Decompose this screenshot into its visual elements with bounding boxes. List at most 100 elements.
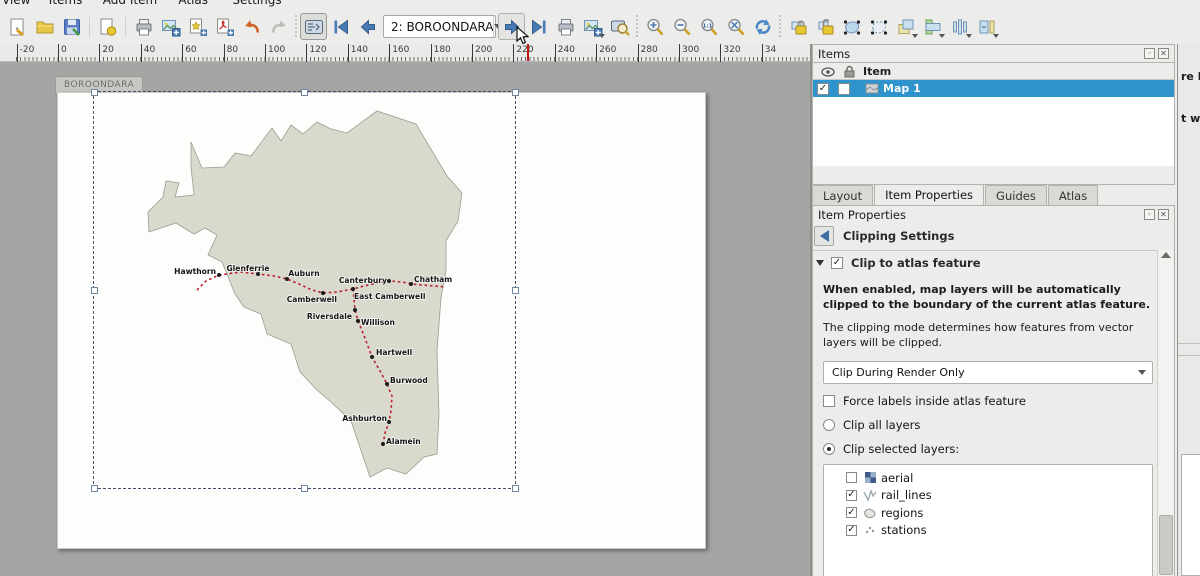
visibility-eye-icon [821,66,835,78]
station-label: Alamein [386,437,421,446]
selection-handle[interactable] [512,485,519,492]
ruler-tick [762,44,763,62]
clip-selected-layers-radio[interactable] [823,443,835,455]
atlas-settings-button[interactable] [606,13,633,40]
lock-icon [788,17,808,37]
tab-atlas[interactable]: Atlas [1048,185,1098,205]
atlas-feature-combobox[interactable]: 2: BOROONDARA [383,15,496,38]
svg-text:1:1: 1:1 [702,23,712,29]
back-button[interactable] [814,226,834,246]
zoom-actual-button[interactable]: 1:1 [695,13,722,40]
selection-handle[interactable] [91,485,98,492]
selection-handle[interactable] [301,485,308,492]
print-layout-button[interactable] [130,13,157,40]
preview-atlas-toggle[interactable] [300,13,327,40]
force-labels-checkbox[interactable] [823,395,835,407]
clip-selected-layers-option[interactable]: Clip selected layers: [823,442,1164,456]
export-svg-button[interactable] [184,13,211,40]
clip-all-layers-radio[interactable] [823,419,835,431]
tab-item-properties[interactable]: Item Properties [874,184,984,205]
export-image-button[interactable] [157,13,184,40]
distribute-items-button[interactable] [946,13,973,40]
menu-items[interactable]: Items [49,0,83,7]
group-items-button[interactable] [838,13,865,40]
station-dot-alamein [381,442,385,446]
station-dot-canterbury [387,279,391,283]
map-item-selection[interactable]: HawthornGlenferrieAuburnCamberwellEast C… [93,91,516,489]
previous-feature-button[interactable] [354,13,381,40]
menu-atlas[interactable]: Atlas [178,0,208,7]
menu-settings[interactable]: Settings [232,0,281,7]
items-panel-float-button[interactable]: ◦ [1144,48,1155,59]
refresh-view-button[interactable] [749,13,776,40]
layer-row-regions[interactable]: ✓regions [846,504,1152,522]
dropdown-arrow-icon[interactable] [966,34,972,38]
ruler-tick [99,44,100,62]
item-properties-scrollbar[interactable] [1157,250,1173,576]
zoom-actual-icon: 1:1 [699,17,719,37]
dropdown-arrow-icon[interactable] [939,34,945,38]
items-row-map1[interactable]: ✓ Map 1 [813,80,1174,97]
print-atlas-button[interactable] [552,13,579,40]
atlas-preview-icon [304,17,324,37]
layer-row-stations[interactable]: ✓stations [846,522,1152,540]
ungroup-items-button[interactable] [865,13,892,40]
force-labels-option[interactable]: Force labels inside atlas feature [823,394,1164,408]
zoom-out-button[interactable] [668,13,695,40]
menu-view[interactable]: View [2,0,30,7]
layers-list[interactable]: aerial✓rail_lines✓regions✓stations [823,464,1153,576]
export-atlas-button[interactable] [579,13,606,40]
layout-canvas[interactable]: BOROONDARA HawthornGlenferrieAuburnCambe… [0,62,810,576]
selection-handle[interactable] [301,89,308,96]
layer-checkbox-aerial[interactable] [846,472,857,483]
selection-handle[interactable] [91,89,98,96]
item-properties-close-button[interactable]: ✕ [1158,209,1169,220]
undo-button[interactable] [238,13,265,40]
raise-items-button[interactable] [892,13,919,40]
item-properties-float-button[interactable]: ◦ [1144,209,1155,220]
layer-row-rail_lines[interactable]: ✓rail_lines [846,487,1152,505]
toolbar-grip [633,15,641,39]
resize-items-button[interactable] [973,13,1000,40]
dropdown-arrow-icon[interactable] [912,34,918,38]
align-items-button[interactable] [919,13,946,40]
save-project-button[interactable] [58,13,85,40]
first-feature-button[interactable] [327,13,354,40]
items-list[interactable]: ✓ Map 1 [813,80,1174,166]
selection-handle[interactable] [512,89,519,96]
selection-handle[interactable] [512,287,519,294]
duplicate-layout-button[interactable] [94,13,121,40]
redo-button[interactable] [265,13,292,40]
tab-layout[interactable]: Layout [812,185,873,205]
collapse-arrow-icon[interactable] [816,260,824,266]
export-pdf-button[interactable] [211,13,238,40]
layer-checkbox-stations[interactable]: ✓ [846,525,857,536]
dropdown-arrow-icon[interactable] [599,34,605,38]
zoom-full-button[interactable] [722,13,749,40]
tab-guides[interactable]: Guides [985,185,1047,205]
map1-visibility-checkbox[interactable]: ✓ [817,83,829,95]
layer-checkbox-regions[interactable]: ✓ [846,507,857,518]
lock-items-button[interactable] [784,13,811,40]
clip-to-atlas-checkbox[interactable]: ✓ [831,257,843,269]
unlock-items-button[interactable] [811,13,838,40]
open-layout-button[interactable] [31,13,58,40]
station-dot-chatham [409,282,413,286]
items-panel-close-button[interactable]: ✕ [1158,48,1169,59]
layout-properties-button[interactable] [4,13,31,40]
dropdown-arrow-icon[interactable] [993,34,999,38]
scrollbar-up-arrow[interactable] [1161,252,1171,258]
scrollbar-thumb[interactable] [1159,515,1173,575]
layer-checkbox-rail_lines[interactable]: ✓ [846,490,857,501]
ruler-tick [141,44,142,62]
clip-all-layers-option[interactable]: Clip all layers [823,418,1164,432]
clipping-settings-title: Clipping Settings [843,229,954,243]
toolbar-separator [85,15,94,39]
map1-lock-checkbox[interactable] [838,83,850,95]
clipping-mode-dropdown[interactable]: Clip During Render Only [823,361,1153,384]
clip-to-atlas-group-header[interactable]: ✓ Clip to atlas feature [813,251,1174,274]
zoom-in-button[interactable] [641,13,668,40]
layer-row-aerial[interactable]: aerial [846,469,1152,487]
selection-handle[interactable] [91,287,98,294]
menu-add-item[interactable]: Add Item [103,0,157,7]
